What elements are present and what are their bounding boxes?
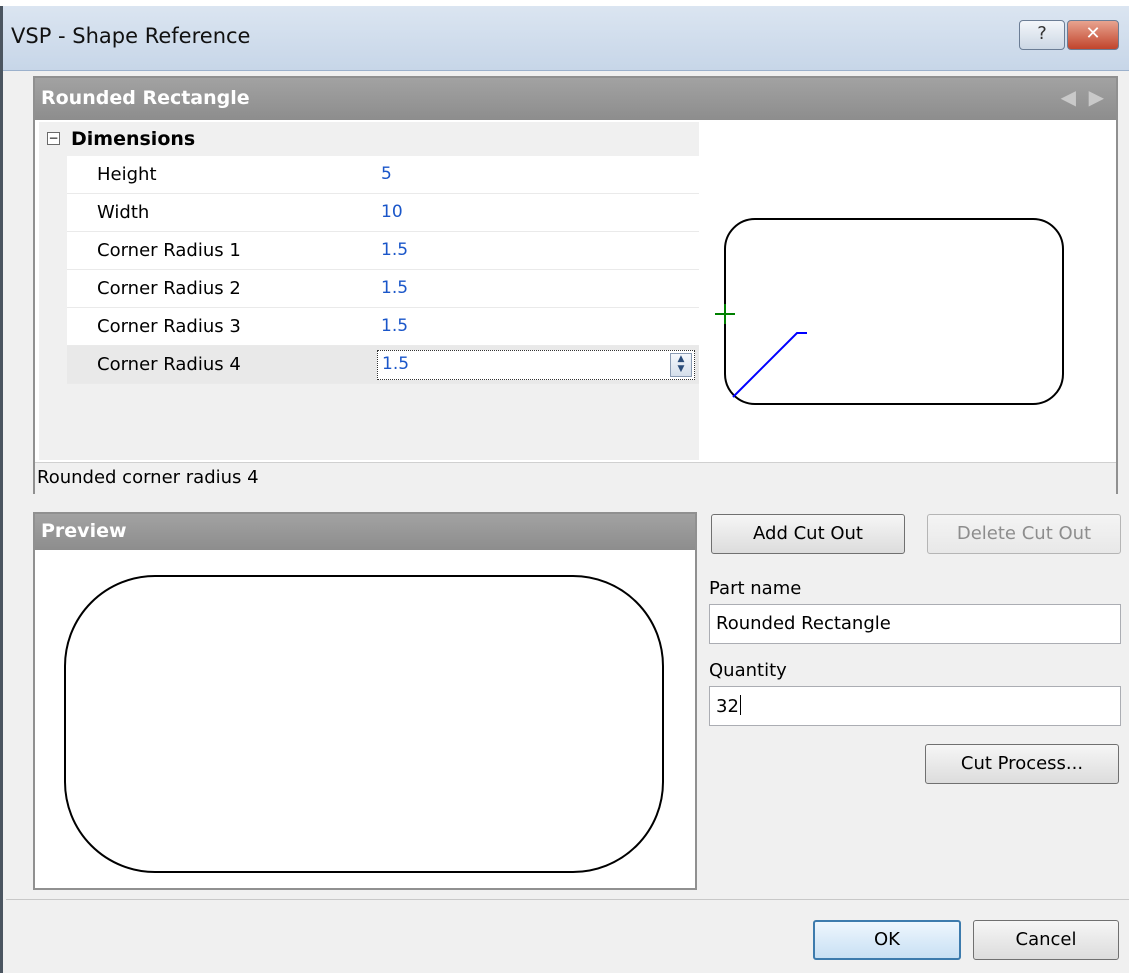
shape-reference-drawing (715, 218, 1064, 405)
property-name: Height (97, 164, 157, 185)
quantity-field[interactable]: 32 (709, 686, 1121, 726)
preview-header: Preview (35, 514, 695, 550)
shape-title: Rounded Rectangle (41, 87, 250, 109)
window-title: VSP - Shape Reference (11, 24, 251, 48)
part-name-value: Rounded Rectangle (716, 613, 891, 634)
part-name-field[interactable]: Rounded Rectangle (709, 604, 1121, 644)
add-cut-out-button[interactable]: Add Cut Out (711, 514, 905, 554)
property-name: Corner Radius 4 (97, 354, 241, 375)
preview-title: Preview (41, 520, 127, 542)
property-description: Rounded corner radius 4 (37, 467, 259, 488)
property-name: Corner Radius 1 (97, 240, 241, 261)
close-button[interactable]: ✕ (1067, 20, 1119, 50)
shape-reference-diagram (709, 122, 1115, 460)
help-button[interactable]: ? (1019, 20, 1065, 50)
next-shape-icon[interactable]: ▶ (1089, 85, 1104, 109)
previous-shape-icon[interactable]: ◀ (1061, 85, 1076, 109)
property-value[interactable]: 10 (381, 202, 403, 222)
property-row-height[interactable]: Height 5 (67, 156, 699, 194)
property-row-corner-radius-2[interactable]: Corner Radius 2 1.5 (67, 270, 699, 308)
shape-properties-panel: Rounded Rectangle ◀ ▶ − Dimensions Heigh… (33, 76, 1118, 495)
property-row-corner-radius-3[interactable]: Corner Radius 3 1.5 (67, 308, 699, 346)
property-name: Width (97, 202, 150, 223)
footer-separator (6, 899, 1129, 900)
reference-outline (724, 218, 1064, 405)
close-icon: ✕ (1085, 23, 1101, 44)
shape-header: Rounded Rectangle ◀ ▶ (35, 78, 1116, 120)
dialog-window: VSP - Shape Reference ? ✕ Rounded Rectan… (0, 6, 1129, 973)
property-row-width[interactable]: Width 10 (67, 194, 699, 232)
category-label: Dimensions (71, 128, 196, 150)
title-bar: VSP - Shape Reference ? ✕ (3, 6, 1129, 71)
cut-process-button[interactable]: Cut Process... (925, 744, 1119, 784)
property-name: Corner Radius 3 (97, 316, 241, 337)
spinner-icon[interactable]: ▲ ▼ (670, 353, 692, 377)
category-dimensions: − Dimensions (39, 122, 699, 156)
preview-outline (64, 575, 664, 873)
corner-radius-indicator (732, 332, 807, 398)
description-bar: Rounded corner radius 4 (35, 462, 1116, 495)
quantity-label: Quantity (709, 660, 787, 681)
text-caret (739, 695, 741, 715)
property-name: Corner Radius 2 (97, 278, 241, 299)
property-value[interactable]: 1.5 (382, 354, 409, 374)
delete-cut-out-button[interactable]: Delete Cut Out (927, 514, 1121, 554)
preview-panel: Preview (33, 512, 697, 890)
property-value[interactable]: 5 (381, 164, 392, 184)
quantity-value: 32 (716, 696, 739, 717)
corner-radius-4-input[interactable]: 1.5 ▲ ▼ (377, 350, 695, 380)
ok-button[interactable]: OK (813, 920, 961, 960)
help-icon: ? (1037, 23, 1047, 44)
cancel-button[interactable]: Cancel (973, 920, 1119, 960)
property-row-corner-radius-4[interactable]: Corner Radius 4 1.5 ▲ ▼ (67, 346, 699, 384)
property-value[interactable]: 1.5 (381, 278, 408, 298)
property-value[interactable]: 1.5 (381, 240, 408, 260)
property-grid: − Dimensions Height 5 Width 10 Corner Ra… (39, 122, 699, 460)
collapse-icon[interactable]: − (47, 132, 60, 145)
preview-drawing (64, 575, 664, 873)
property-value[interactable]: 1.5 (381, 316, 408, 336)
part-name-label: Part name (709, 578, 802, 599)
property-row-corner-radius-1[interactable]: Corner Radius 1 1.5 (67, 232, 699, 270)
